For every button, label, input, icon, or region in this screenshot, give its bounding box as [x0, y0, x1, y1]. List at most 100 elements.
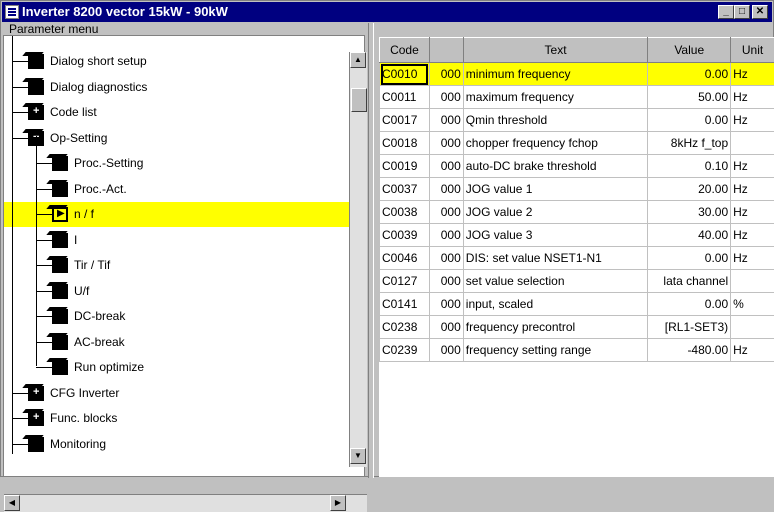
tree-item[interactable]: U/f	[4, 279, 349, 304]
column-header-value[interactable]: Value	[648, 38, 731, 63]
table-row[interactable]: C0046000DIS: set value NSET1-N10.00Hz	[380, 247, 774, 270]
book-icon[interactable]	[52, 360, 68, 375]
book-icon[interactable]	[28, 54, 44, 69]
tree-item[interactable]: Monitoring	[4, 432, 349, 455]
book-icon[interactable]	[28, 437, 44, 452]
cell-index[interactable]: 000	[429, 86, 463, 109]
scroll-thumb[interactable]	[351, 88, 367, 112]
tree-item[interactable]: Tir / Tif	[4, 253, 349, 278]
column-header-index[interactable]	[429, 38, 463, 63]
cell-index[interactable]: 000	[429, 155, 463, 178]
cell-unit[interactable]: Hz	[731, 63, 774, 86]
cell-value[interactable]: 8kHz f_top	[648, 132, 731, 155]
cell-value[interactable]: 0.00	[648, 293, 731, 316]
book-icon[interactable]	[52, 258, 68, 273]
tree-item[interactable]: +Func. blocks	[4, 406, 349, 431]
tree-item[interactable]: AC-break	[4, 330, 349, 355]
tree-item[interactable]: −Op-Setting	[4, 126, 349, 151]
cell-unit[interactable]: Hz	[731, 155, 774, 178]
cell-code[interactable]: C0017	[380, 109, 430, 132]
cell-text[interactable]: chopper frequency fchop	[463, 132, 648, 155]
minimize-button[interactable]: _	[718, 5, 734, 19]
cell-text[interactable]: frequency setting range	[463, 339, 648, 362]
book-icon[interactable]	[52, 284, 68, 299]
cell-value[interactable]: 20.00	[648, 178, 731, 201]
column-header-code[interactable]: Code	[380, 38, 430, 63]
cell-code[interactable]: C0127	[380, 270, 430, 293]
book-icon[interactable]	[28, 80, 44, 95]
cell-value[interactable]: 0.00	[648, 109, 731, 132]
cell-index[interactable]: 000	[429, 339, 463, 362]
expand-plus-icon[interactable]: +	[28, 105, 44, 120]
cell-unit[interactable]	[731, 132, 774, 155]
scroll-right-icon[interactable]: ▶	[330, 495, 346, 511]
cell-text[interactable]: JOG value 2	[463, 201, 648, 224]
column-header-text[interactable]: Text	[463, 38, 648, 63]
column-header-unit[interactable]: Unit	[731, 38, 774, 63]
scroll-up-icon[interactable]: ▲	[350, 52, 366, 68]
maximize-button[interactable]: □	[734, 5, 750, 19]
cell-code[interactable]: C0141	[380, 293, 430, 316]
cell-code[interactable]: C0037	[380, 178, 430, 201]
tree-item[interactable]: Dialog short setup	[4, 49, 349, 74]
book-icon[interactable]	[52, 156, 68, 171]
table-row[interactable]: C0017000Qmin threshold0.00Hz	[380, 109, 774, 132]
tree-item[interactable]: Proc.-Setting	[4, 151, 349, 176]
cell-code[interactable]: C0046	[380, 247, 430, 270]
cell-text[interactable]: minimum frequency	[463, 63, 648, 86]
cell-index[interactable]: 000	[429, 247, 463, 270]
cell-index[interactable]: 000	[429, 63, 463, 86]
cell-unit[interactable]	[731, 270, 774, 293]
cell-index[interactable]: 000	[429, 132, 463, 155]
cell-unit[interactable]: Hz	[731, 86, 774, 109]
cell-index[interactable]: 000	[429, 201, 463, 224]
book-icon[interactable]	[52, 335, 68, 350]
cell-value[interactable]: 0.00	[648, 247, 731, 270]
book-icon[interactable]	[52, 309, 68, 324]
cell-unit[interactable]: Hz	[731, 109, 774, 132]
cell-text[interactable]: JOG value 3	[463, 224, 648, 247]
cell-code[interactable]: C0038	[380, 201, 430, 224]
tree-item[interactable]: I	[4, 228, 349, 253]
table-row[interactable]: C0018000chopper frequency fchop8kHz f_to…	[380, 132, 774, 155]
close-button[interactable]: ✕	[752, 5, 768, 19]
cell-text[interactable]: maximum frequency	[463, 86, 648, 109]
cell-code[interactable]: C0010	[380, 63, 430, 86]
tree-item[interactable]: Run optimize	[4, 355, 349, 380]
tree-item[interactable]: Dialog diagnostics	[4, 75, 349, 100]
tree-item[interactable]: DC-break	[4, 304, 349, 329]
table-row[interactable]: C0010000minimum frequency0.00Hz	[380, 63, 774, 86]
cell-unit[interactable]: Hz	[731, 224, 774, 247]
cell-text[interactable]: JOG value 1	[463, 178, 648, 201]
cell-value[interactable]: 30.00	[648, 201, 731, 224]
cell-code[interactable]: C0011	[380, 86, 430, 109]
cell-code[interactable]: C0239	[380, 339, 430, 362]
cell-unit[interactable]: Hz	[731, 247, 774, 270]
cell-value[interactable]: [RL1-SET3)	[648, 316, 731, 339]
table-row[interactable]: C0141000input, scaled0.00%	[380, 293, 774, 316]
cell-unit[interactable]: %	[731, 293, 774, 316]
cell-index[interactable]: 000	[429, 293, 463, 316]
table-row[interactable]: C0037000JOG value 120.00Hz	[380, 178, 774, 201]
table-row[interactable]: C0239000frequency setting range-480.00Hz	[380, 339, 774, 362]
cell-index[interactable]: 000	[429, 270, 463, 293]
tree-horizontal-scrollbar[interactable]: ◀ ▶	[4, 494, 367, 512]
book-icon[interactable]	[52, 182, 68, 197]
cell-unit[interactable]: Hz	[731, 339, 774, 362]
cell-value[interactable]: 50.00	[648, 86, 731, 109]
cell-code[interactable]: C0238	[380, 316, 430, 339]
table-row[interactable]: C0038000JOG value 230.00Hz	[380, 201, 774, 224]
cell-index[interactable]: 000	[429, 316, 463, 339]
cell-value[interactable]: 40.00	[648, 224, 731, 247]
app-icon[interactable]	[5, 5, 19, 19]
cell-unit[interactable]	[731, 316, 774, 339]
table-row[interactable]: C0011000maximum frequency50.00Hz	[380, 86, 774, 109]
cell-value[interactable]: 0.00	[648, 63, 731, 86]
cell-value[interactable]: 0.10	[648, 155, 731, 178]
cell-text[interactable]: frequency precontrol	[463, 316, 648, 339]
table-row[interactable]: C0039000JOG value 340.00Hz	[380, 224, 774, 247]
tree-item[interactable]: +CFG Inverter	[4, 381, 349, 406]
cell-unit[interactable]: Hz	[731, 178, 774, 201]
cell-value[interactable]: -480.00	[648, 339, 731, 362]
cell-text[interactable]: auto-DC brake threshold	[463, 155, 648, 178]
